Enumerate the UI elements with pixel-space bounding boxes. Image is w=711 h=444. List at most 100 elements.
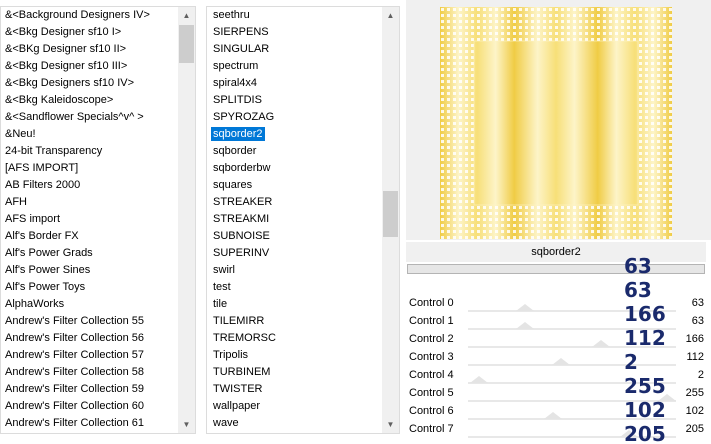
scroll-down-arrow-icon[interactable]: ▼ <box>382 416 399 433</box>
category-item[interactable]: &<Bkg Designer sf10 III> <box>1 58 178 75</box>
category-item[interactable]: &<Sandflower Specials^v^ > <box>1 109 178 126</box>
scroll-up-arrow-icon[interactable]: ▲ <box>382 7 399 24</box>
control-slider[interactable] <box>468 364 676 366</box>
category-item-label: Andrew's Filter Collection 55 <box>5 315 145 327</box>
control-value: 102 <box>685 405 704 417</box>
filter-item-label: sqborder <box>213 145 257 157</box>
filter-item[interactable]: TWISTER <box>207 381 382 398</box>
category-item[interactable]: Andrew's Filter Collection 57 <box>1 347 178 364</box>
filter-item-label: spectrum <box>213 60 259 72</box>
slider-thumb-icon[interactable] <box>515 304 534 311</box>
category-item[interactable]: Andrew's Filter Collection 60 <box>1 398 178 415</box>
category-item-label: &<Bkg Designer sf10 III> <box>5 60 128 72</box>
category-item[interactable]: Andrew's Filter Collection 59 <box>1 381 178 398</box>
preview-image <box>440 7 672 239</box>
filter-item[interactable]: Tripolis <box>207 347 382 364</box>
filter-item[interactable]: SUPERINV <box>207 245 382 262</box>
category-item-label: &<Bkg Designer sf10 I> <box>5 26 122 38</box>
overlay-number: 63 <box>624 278 652 302</box>
control-row[interactable]: Control 3 112 <box>406 349 706 367</box>
filter-item-label: SIERPENS <box>213 26 269 38</box>
category-item[interactable]: Alf's Power Toys <box>1 279 178 296</box>
filter-item[interactable]: sqborderbw <box>207 160 382 177</box>
category-item[interactable]: &<Background Designers IV> <box>1 7 178 24</box>
category-list[interactable]: &<Background Designers IV> &<Bkg Designer… <box>0 6 196 434</box>
overlay-number: 63 <box>624 254 652 278</box>
category-item[interactable]: &Neu! <box>1 126 178 143</box>
category-item-label: &<BKg Designer sf10 II> <box>5 43 127 55</box>
category-item[interactable]: Alf's Power Grads <box>1 245 178 262</box>
filter-item[interactable]: SINGULAR <box>207 41 382 58</box>
category-item-label: 24-bit Transparency <box>5 145 103 157</box>
scroll-thumb[interactable] <box>383 191 398 237</box>
filter-item[interactable]: wallpaper <box>207 398 382 415</box>
category-item[interactable]: Andrew's Filter Collection 56 <box>1 330 178 347</box>
category-item[interactable]: 24-bit Transparency <box>1 143 178 160</box>
scroll-up-arrow-icon[interactable]: ▲ <box>178 7 195 24</box>
category-item-label: AFH <box>5 196 27 208</box>
filter-item[interactable]: seethru <box>207 7 382 24</box>
filter-item[interactable]: STREAKER <box>207 194 382 211</box>
filter-item[interactable]: squares <box>207 177 382 194</box>
category-item[interactable]: Andrew's Filter Collection 61 <box>1 415 178 432</box>
category-item[interactable]: &<Bkg Kaleidoscope> <box>1 92 178 109</box>
filter-item-label: STREAKER <box>213 196 273 208</box>
category-item-label: Andrew's Filter Collection 58 <box>5 366 145 378</box>
filter-item[interactable]: SIERPENS <box>207 24 382 41</box>
filter-item[interactable]: spiral4x4 <box>207 75 382 92</box>
category-item[interactable]: &<Bkg Designers sf10 IV> <box>1 75 178 92</box>
category-item[interactable]: Alf's Power Sines <box>1 262 178 279</box>
filter-item-label: TWISTER <box>213 383 263 395</box>
slider-thumb-icon[interactable] <box>551 358 570 365</box>
filter-item-label: Tripolis <box>213 349 249 361</box>
filter-item[interactable]: STREAKMI <box>207 211 382 228</box>
category-item-label: &<Sandflower Specials^v^ > <box>5 111 144 123</box>
filter-item[interactable]: wave <box>207 415 382 432</box>
category-item[interactable]: Andrew's Filter Collection 58 <box>1 364 178 381</box>
control-value: 2 <box>697 369 704 381</box>
filter-item-label: sqborder2 <box>211 127 265 141</box>
category-scrollbar[interactable]: ▲ ▼ <box>178 7 195 433</box>
filter-item[interactable]: SUBNOISE <box>207 228 382 245</box>
scroll-down-arrow-icon[interactable]: ▼ <box>178 416 195 433</box>
filter-item[interactable]: sqborder2 <box>207 126 382 143</box>
slider-thumb-icon[interactable] <box>591 340 610 347</box>
slider-thumb-icon[interactable] <box>515 322 534 329</box>
overlay-number: 102 <box>624 398 666 422</box>
category-items[interactable]: &<Background Designers IV> &<Bkg Designer… <box>1 7 178 433</box>
category-item[interactable]: Andrew's Filter Collection 55 <box>1 313 178 330</box>
filter-scrollbar[interactable]: ▲ ▼ <box>382 7 399 433</box>
category-item-label: Alf's Power Toys <box>5 281 86 293</box>
category-item[interactable]: &<Bkg Designer sf10 I> <box>1 24 178 41</box>
control-value: 166 <box>685 333 704 345</box>
slider-thumb-icon[interactable] <box>469 376 488 383</box>
filter-item[interactable]: test <box>207 279 382 296</box>
filter-item-label: tile <box>213 298 228 310</box>
filter-item[interactable]: tile <box>207 296 382 313</box>
scroll-thumb[interactable] <box>179 25 194 63</box>
filter-item[interactable]: TILEMIRR <box>207 313 382 330</box>
filter-items[interactable]: seethru SIERPENS SINGULAR spectrum spiral4x4… <box>207 7 382 433</box>
filter-item-label: STREAKMI <box>213 213 270 225</box>
category-item[interactable]: AFS import <box>1 211 178 228</box>
filter-item[interactable]: SPYROZAG <box>207 109 382 126</box>
category-item-label: Andrew's Filter Collection 61 <box>5 417 145 429</box>
category-item[interactable]: [AFS IMPORT] <box>1 160 178 177</box>
category-item[interactable]: AFH <box>1 194 178 211</box>
filter-item[interactable]: SPLITDIS <box>207 92 382 109</box>
filter-item[interactable]: TURBINEM <box>207 364 382 381</box>
category-item[interactable]: AB Filters 2000 <box>1 177 178 194</box>
control-label: Control 4 <box>409 369 454 381</box>
overlay-number: 255 <box>624 374 666 398</box>
category-item[interactable]: Alf's Border FX <box>1 228 178 245</box>
filter-item-label: swirl <box>213 264 235 276</box>
category-item[interactable]: AlphaWorks <box>1 296 178 313</box>
filter-item[interactable]: swirl <box>207 262 382 279</box>
filter-item[interactable]: sqborder <box>207 143 382 160</box>
control-label: Control 7 <box>409 423 454 435</box>
category-item[interactable]: &<BKg Designer sf10 II> <box>1 41 178 58</box>
filter-list[interactable]: seethru SIERPENS SINGULAR spectrum spiral4x4… <box>206 6 400 434</box>
filter-item[interactable]: spectrum <box>207 58 382 75</box>
filter-item[interactable]: TREMORSC <box>207 330 382 347</box>
slider-thumb-icon[interactable] <box>544 412 562 419</box>
